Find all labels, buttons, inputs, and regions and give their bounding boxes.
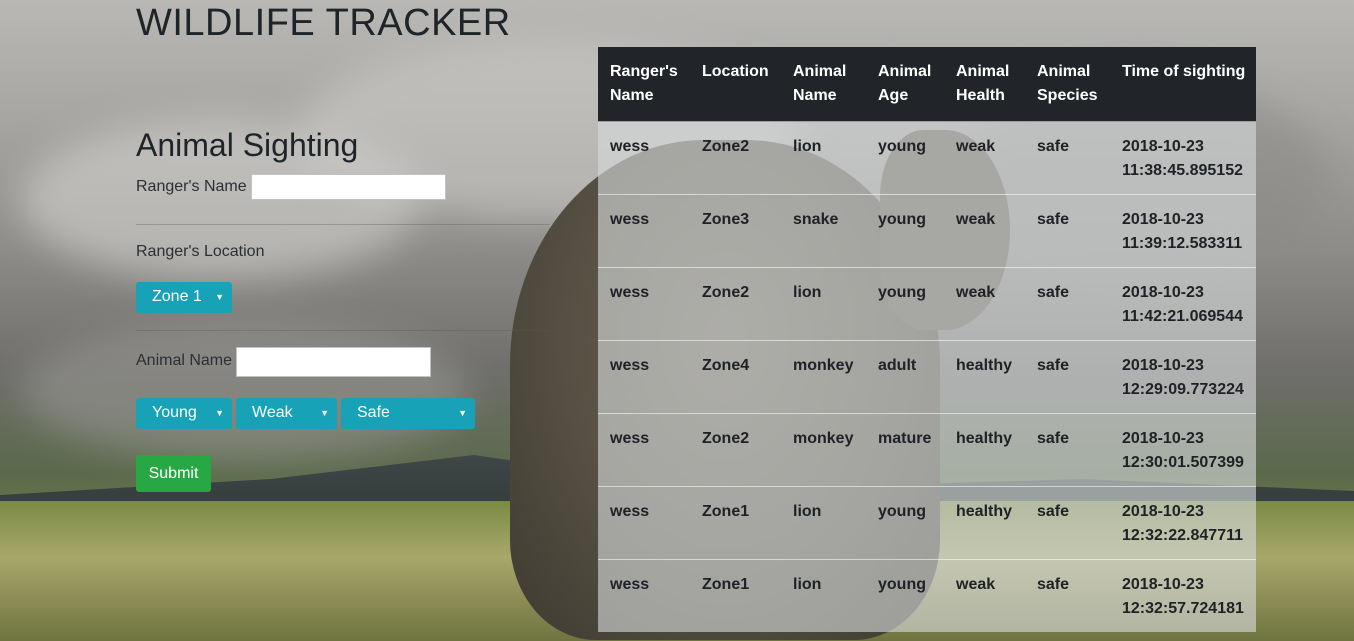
- table-cell: young: [866, 486, 944, 560]
- table-cell: lion: [781, 121, 866, 195]
- table-cell: 2018-10-23 12:32:57.724181: [1110, 559, 1256, 632]
- table-cell: young: [866, 559, 944, 632]
- table-cell: safe: [1025, 267, 1110, 341]
- divider: [136, 330, 550, 331]
- column-header: Ranger's Name: [598, 47, 690, 122]
- table-cell: 2018-10-23 11:39:12.583311: [1110, 194, 1256, 268]
- table-cell: snake: [781, 194, 866, 268]
- table-cell: Zone1: [690, 559, 781, 632]
- table-cell: young: [866, 121, 944, 195]
- table-cell: healthy: [944, 340, 1025, 414]
- page-title: WILDLIFE TRACKER: [136, 2, 511, 44]
- sightings-table-container: Ranger's Name Location Animal Name Anima…: [598, 47, 1256, 641]
- table-row: wess Zone4 monkey adult healthy safe 201…: [598, 340, 1256, 414]
- table-cell: lion: [781, 486, 866, 560]
- table-cell: weak: [944, 194, 1025, 268]
- health-select[interactable]: Weak ▼: [236, 398, 337, 429]
- table-cell: safe: [1025, 486, 1110, 560]
- column-header: Location: [690, 47, 781, 122]
- table-cell: wess: [598, 121, 690, 195]
- table-cell: 2018-10-23 11:38:45.895152: [1110, 121, 1256, 195]
- table-cell: Zone2: [690, 121, 781, 195]
- table-cell: mature: [866, 413, 944, 487]
- table-cell: safe: [1025, 121, 1110, 195]
- sightings-table: Ranger's Name Location Animal Name Anima…: [598, 47, 1256, 632]
- table-cell: lion: [781, 267, 866, 341]
- submit-button[interactable]: Submit: [136, 455, 211, 492]
- health-select-value: Weak: [252, 404, 293, 421]
- caret-down-icon: ▼: [320, 408, 329, 418]
- table-cell: safe: [1025, 194, 1110, 268]
- species-select[interactable]: Safe ▼: [341, 398, 475, 429]
- caret-down-icon: ▼: [458, 408, 467, 418]
- table-cell: wess: [598, 559, 690, 632]
- table-cell: monkey: [781, 340, 866, 414]
- table-row: wess Zone2 lion young weak safe 2018-10-…: [598, 267, 1256, 341]
- table-cell: adult: [866, 340, 944, 414]
- table-cell: healthy: [944, 413, 1025, 487]
- divider: [136, 224, 550, 225]
- table-cell: lion: [781, 559, 866, 632]
- table-cell: young: [866, 267, 944, 341]
- column-header: Animal Health: [944, 47, 1025, 122]
- table-cell: weak: [944, 267, 1025, 341]
- table-cell: weak: [944, 121, 1025, 195]
- table-cell: 2018-10-23 12:30:01.507399: [1110, 413, 1256, 487]
- species-select-value: Safe: [357, 404, 390, 421]
- location-select-value: Zone 1: [152, 288, 202, 305]
- table-cell: safe: [1025, 340, 1110, 414]
- table-row: wess Zone1 lion young weak safe 2018-10-…: [598, 559, 1256, 632]
- table-cell: young: [866, 194, 944, 268]
- table-cell: Zone4: [690, 340, 781, 414]
- animal-name-label: Animal Name: [136, 352, 233, 369]
- table-cell: healthy: [944, 486, 1025, 560]
- table-cell: wess: [598, 486, 690, 560]
- table-row: wess Zone2 lion young weak safe 2018-10-…: [598, 121, 1256, 195]
- table-cell: monkey: [781, 413, 866, 487]
- table-row: wess Zone3 snake young weak safe 2018-10…: [598, 194, 1256, 268]
- column-header: Animal Name: [781, 47, 866, 122]
- form-heading: Animal Sighting: [136, 127, 359, 163]
- table-cell: safe: [1025, 559, 1110, 632]
- table-row: wess Zone2 monkey mature healthy safe 20…: [598, 413, 1256, 487]
- table-cell: 2018-10-23 12:32:22.847711: [1110, 486, 1256, 560]
- column-header: Time of sighting: [1110, 47, 1256, 122]
- table-cell: weak: [944, 559, 1025, 632]
- table-cell: 2018-10-23 11:42:21.069544: [1110, 267, 1256, 341]
- ranger-location-label: Ranger's Location: [136, 243, 265, 260]
- table-cell: Zone3: [690, 194, 781, 268]
- table-cell: safe: [1025, 413, 1110, 487]
- ranger-name-input[interactable]: [251, 174, 446, 200]
- table-cell: Zone2: [690, 413, 781, 487]
- caret-down-icon: ▼: [215, 408, 224, 418]
- table-cell: wess: [598, 267, 690, 341]
- table-cell: Zone2: [690, 267, 781, 341]
- table-cell: Zone1: [690, 486, 781, 560]
- table-cell: wess: [598, 194, 690, 268]
- table-cell: 2018-10-23 12:29:09.773224: [1110, 340, 1256, 414]
- animal-name-input[interactable]: [236, 347, 431, 377]
- location-select[interactable]: Zone 1 ▼: [136, 282, 232, 313]
- table-cell: wess: [598, 413, 690, 487]
- column-header: Animal Species: [1025, 47, 1110, 122]
- age-select[interactable]: Young ▼: [136, 398, 232, 429]
- caret-down-icon: ▼: [215, 292, 224, 302]
- column-header: Animal Age: [866, 47, 944, 122]
- table-cell: wess: [598, 340, 690, 414]
- ranger-name-label: Ranger's Name: [136, 178, 247, 195]
- table-header-row: Ranger's Name Location Animal Name Anima…: [598, 47, 1256, 122]
- table-row: wess Zone1 lion young healthy safe 2018-…: [598, 486, 1256, 560]
- age-select-value: Young: [152, 404, 197, 421]
